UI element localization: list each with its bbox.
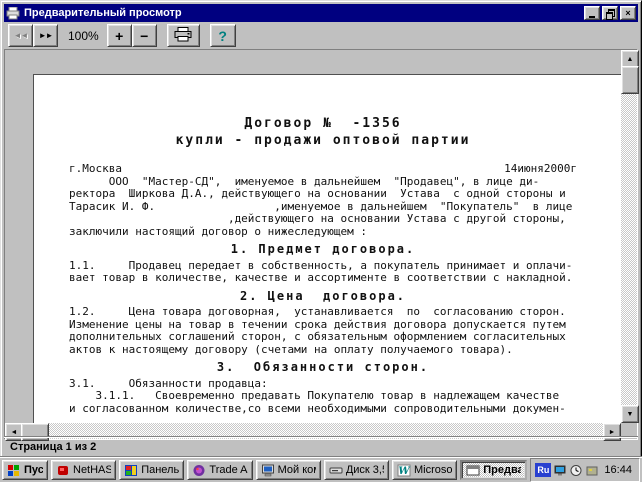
start-label: Пуск <box>24 464 43 476</box>
zoom-out-button[interactable]: − <box>132 24 157 47</box>
task-label: Диск 3,5 [... <box>346 464 384 476</box>
task-microsoft-word[interactable]: W Microsoft ... <box>392 460 457 480</box>
task-trade-assistant[interactable]: Trade Assi... <box>187 460 252 480</box>
start-button[interactable]: Пуск <box>2 460 48 480</box>
contract-title-line2: купли - продажи оптовой партии <box>69 132 577 149</box>
next-page-icon: ►► <box>39 31 53 40</box>
task-print-preview-active[interactable]: Предва... <box>460 460 527 480</box>
help-icon: ? <box>218 28 227 44</box>
statusbar: Страница 1 из 2 <box>4 436 638 455</box>
word-icon: W <box>397 464 411 477</box>
tray-device-icon[interactable] <box>585 464 599 477</box>
task-label: Панель М... <box>141 464 179 476</box>
contract-city: г.Москва <box>69 163 122 176</box>
help-button[interactable]: ? <box>210 24 236 47</box>
document-page: Договор № -1356 купли - продажи оптовой … <box>33 74 621 423</box>
trade-assistant-icon <box>192 464 206 477</box>
window-controls: × <box>584 6 636 20</box>
doc-line: и согласованном количестве,со всеми необ… <box>69 403 577 416</box>
task-my-computer[interactable]: Мой комп... <box>256 460 321 480</box>
previous-page-button[interactable]: ◄◄ <box>8 24 33 47</box>
zoom-in-button[interactable]: + <box>107 24 132 47</box>
system-tray: Ru 16:44 <box>530 458 640 482</box>
desktop-screen: Предварительный просмотр × ◄◄ ►► 100% + … <box>0 0 642 482</box>
task-panel-m[interactable]: Панель М... <box>119 460 184 480</box>
print-preview-window: Предварительный просмотр × ◄◄ ►► 100% + … <box>0 0 642 458</box>
titlebar: Предварительный просмотр × <box>4 4 638 22</box>
floppy-drive-icon <box>329 464 343 477</box>
task-floppy-disk[interactable]: Диск 3,5 [... <box>324 460 389 480</box>
taskbar: Пуск NetHASP ... Панель М... <box>0 457 642 482</box>
doc-line: заключили настоящий договор о нижеследую… <box>69 226 577 239</box>
minimize-button[interactable] <box>584 6 600 20</box>
contract-date: 14июня2000г <box>504 163 577 176</box>
svg-text:W: W <box>398 466 411 477</box>
vertical-scroll-thumb[interactable] <box>621 66 639 94</box>
nethasp-icon <box>56 464 70 477</box>
section-heading-2: 2. Цена договора. <box>69 290 577 303</box>
doc-line: вает товар в количестве, качестве и ассо… <box>69 272 577 285</box>
section-heading-3: 3. Обязанности сторон. <box>69 361 577 374</box>
clause-1-2-paragraph: 1.2. Цена товара договорная, устанавлива… <box>69 306 577 356</box>
close-icon: × <box>625 9 630 18</box>
vertical-scrollbar[interactable]: ▲ ▼ <box>621 50 637 423</box>
preview-window-icon <box>466 464 480 477</box>
page-count-status: Страница 1 из 2 <box>10 441 96 453</box>
print-button[interactable] <box>167 24 200 47</box>
minimize-icon <box>589 16 595 18</box>
task-label: Trade Assi... <box>209 464 247 476</box>
doc-line: ,действующего на основании Устава с друг… <box>69 213 577 226</box>
panel-m-icon <box>124 464 138 477</box>
window-printer-icon <box>6 7 20 20</box>
tray-display-icon[interactable] <box>553 464 567 477</box>
section-heading-1: 1. Предмет договора. <box>69 243 577 256</box>
restore-icon <box>606 9 614 17</box>
task-label: Предва... <box>483 464 521 476</box>
document-content: Договор № -1356 купли - продажи оптовой … <box>69 75 577 417</box>
my-computer-icon <box>261 464 275 477</box>
windows-logo-icon <box>7 464 21 477</box>
contract-title-line1: Договор № -1356 <box>69 115 577 132</box>
doc-line: актов к настоящему договору (счетами на … <box>69 344 577 357</box>
scroll-down-icon[interactable]: ▼ <box>621 405 639 423</box>
toolbar: ◄◄ ►► 100% + − ? <box>4 22 638 49</box>
preamble-paragraph: ООО "Мастер-СД", именуемое в дальнейшем … <box>69 176 577 239</box>
tray-clock-icon[interactable] <box>569 464 583 477</box>
next-page-button[interactable]: ►► <box>33 24 58 47</box>
doc-line: ректора Ширкова Д.А., действующего на ос… <box>69 188 577 201</box>
tray-clock-time: 16:44 <box>601 464 635 476</box>
task-label: Microsoft ... <box>414 464 452 476</box>
previous-page-icon: ◄◄ <box>14 31 28 40</box>
restore-button[interactable] <box>602 6 618 20</box>
doc-line: 1.2. Цена товара договорная, устанавлива… <box>69 306 577 319</box>
preview-area: Договор № -1356 купли - продажи оптовой … <box>4 49 638 440</box>
city-date-row: г.Москва 14июня2000г <box>69 163 577 176</box>
clause-3-1-paragraph: 3.1. Обязанности продавца: 3.1.1. Своевр… <box>69 378 577 416</box>
language-indicator[interactable]: Ru <box>535 463 551 477</box>
task-nethasp[interactable]: NetHASP ... <box>51 460 116 480</box>
zoom-level-label: 100% <box>68 29 99 43</box>
printer-icon <box>174 27 192 45</box>
close-button[interactable]: × <box>620 6 636 20</box>
task-label: NetHASP ... <box>73 464 111 476</box>
window-title: Предварительный просмотр <box>24 7 580 19</box>
clause-1-1-paragraph: 1.1. Продавец передает в собственность, … <box>69 260 577 285</box>
doc-line: дополнительных соглашений сторон, с обяз… <box>69 331 577 344</box>
doc-line: 3.1.1. Своевременно предавать Покупателю… <box>69 390 577 403</box>
task-label: Мой комп... <box>278 464 316 476</box>
